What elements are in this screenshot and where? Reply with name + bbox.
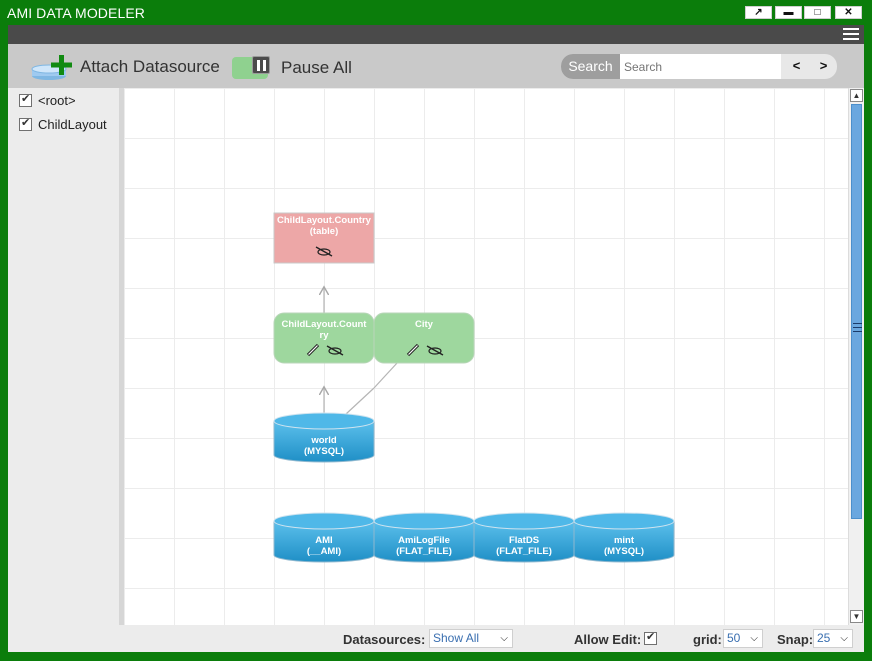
close-button[interactable]: ✕ xyxy=(835,6,862,19)
tree-item-childlayout[interactable]: ChildLayout xyxy=(19,115,107,133)
minimize-icon: ▬ xyxy=(783,6,794,18)
menu-bar xyxy=(8,25,864,44)
pause-icon xyxy=(232,56,270,79)
vertical-scrollbar[interactable]: ▲ ▼ xyxy=(848,88,864,625)
graph-canvas[interactable]: ChildLayout.Country (table) ChildLayout.… xyxy=(124,88,848,625)
popout-button[interactable]: ↗ xyxy=(745,6,772,19)
grid-select[interactable]: 50 ⌵ xyxy=(723,629,763,648)
datasource-node-amilogfile[interactable]: AmiLogFile (FLAT_FILE) xyxy=(373,512,475,563)
title-bar: AMI DATA MODELER ↗ ▬ □ ✕ xyxy=(0,0,872,25)
datasource-node-line1: AmiLogFile xyxy=(398,535,450,546)
tree-item-root-checkbox[interactable] xyxy=(19,92,32,107)
allow-edit-checkbox[interactable] xyxy=(644,630,657,645)
datasource-node-line2: (MYSQL) xyxy=(304,446,344,457)
feed-node-line2: ry xyxy=(320,330,330,341)
app-window: AMI DATA MODELER ↗ ▬ □ ✕ Attach Datasour… xyxy=(0,0,872,661)
scroll-up-arrow-icon[interactable]: ▲ xyxy=(850,89,863,102)
datasource-node-line1: AMI xyxy=(315,535,332,546)
datasource-node-ami[interactable]: AMI (__AMI) xyxy=(273,512,375,563)
search-button[interactable]: Search xyxy=(561,54,620,79)
feed-node-line1: City xyxy=(415,319,434,330)
datasource-node-line2: (__AMI) xyxy=(307,546,341,557)
minimize-button[interactable]: ▬ xyxy=(775,6,802,19)
datasources-filter-label: Datasources: xyxy=(343,632,426,647)
hamburger-menu-icon[interactable] xyxy=(843,28,859,41)
allow-edit-label: Allow Edit: xyxy=(574,632,642,647)
maximize-button[interactable]: □ xyxy=(804,6,831,19)
datasource-node-line1: mint xyxy=(614,535,635,546)
layout-tree: <root> ChildLayout xyxy=(8,88,119,625)
datasource-node-line1: FlatDS xyxy=(509,535,539,546)
datasource-node-line1: world xyxy=(310,435,337,446)
scrollbar-thumb[interactable] xyxy=(851,104,862,519)
datasource-node-line2: (FLAT_FILE) xyxy=(496,546,552,557)
feed-node-line1: ChildLayout.Count xyxy=(282,319,368,330)
datasource-node-line2: (MYSQL) xyxy=(604,546,644,557)
attach-datasource-label: Attach Datasource xyxy=(80,57,220,76)
search-prev-button[interactable]: < xyxy=(783,54,810,79)
table-node-line1: ChildLayout.Country xyxy=(277,215,372,226)
search-input[interactable] xyxy=(620,54,781,79)
datasources-filter-value: Show All xyxy=(433,631,480,645)
chevron-down-icon: ⌵ xyxy=(500,633,508,644)
search-group: Search < > xyxy=(561,54,837,79)
grid-label: grid: xyxy=(693,632,722,647)
table-node-line2: (table) xyxy=(310,226,339,237)
tree-item-label: <root> xyxy=(38,92,76,108)
close-icon: ✕ xyxy=(844,6,853,18)
tree-item-root[interactable]: <root> xyxy=(19,91,76,109)
chevron-down-icon: ⌵ xyxy=(840,633,848,644)
edge-world-to-city-feed xyxy=(345,387,375,415)
scrollbar-grip-icon xyxy=(852,323,863,332)
popout-icon: ↗ xyxy=(754,6,763,18)
tree-item-childlayout-checkbox[interactable] xyxy=(19,116,32,131)
table-node-country[interactable]: ChildLayout.Country (table) xyxy=(273,212,375,264)
maximize-icon: □ xyxy=(814,6,821,18)
attach-datasource-button[interactable]: Attach Datasource xyxy=(30,52,220,82)
grid-value: 50 xyxy=(727,631,741,645)
datasources-filter-select[interactable]: Show All ⌵ xyxy=(429,629,513,648)
tree-item-label: ChildLayout xyxy=(38,116,107,132)
feed-node-city[interactable]: City xyxy=(373,312,475,364)
snap-value: 25 xyxy=(817,631,831,645)
chevron-down-icon: ⌵ xyxy=(750,633,758,644)
datasource-node-mint[interactable]: mint (MYSQL) xyxy=(573,512,675,563)
snap-select[interactable]: 25 ⌵ xyxy=(813,629,853,648)
window-title: AMI DATA MODELER xyxy=(7,5,145,21)
toolbar: Attach Datasource Pause All Search < > xyxy=(8,44,864,88)
pause-all-label: Pause All xyxy=(281,58,352,77)
datasource-node-line2: (FLAT_FILE) xyxy=(396,546,452,557)
datasource-node-flatds[interactable]: FlatDS (FLAT_FILE) xyxy=(473,512,575,563)
scroll-down-arrow-icon[interactable]: ▼ xyxy=(850,610,863,623)
status-bar: Datasources: Show All ⌵ Allow Edit: grid… xyxy=(8,625,864,652)
add-datasource-icon xyxy=(31,55,72,80)
datasource-node-world[interactable]: world (MYSQL) xyxy=(273,412,375,463)
pause-all-button[interactable]: Pause All xyxy=(232,54,352,82)
graph-svg: ChildLayout.Country (table) ChildLayout.… xyxy=(273,212,675,563)
snap-label: Snap: xyxy=(777,632,814,647)
feed-node-country[interactable]: ChildLayout.Count ry xyxy=(273,312,375,364)
edge-world-to-city-feed-upper xyxy=(373,361,399,389)
search-next-button[interactable]: > xyxy=(810,54,837,79)
